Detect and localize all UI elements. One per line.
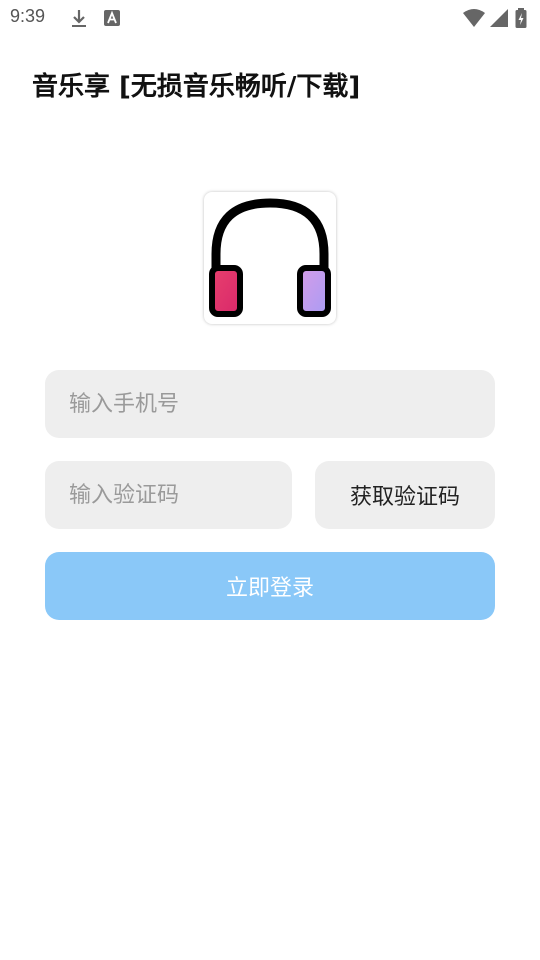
status-bar: 9:39 xyxy=(0,0,540,36)
verification-code-input[interactable] xyxy=(45,461,292,529)
phone-input[interactable] xyxy=(45,370,495,438)
download-icon xyxy=(72,10,86,27)
signal-icon xyxy=(490,9,508,27)
login-label: 立即登录 xyxy=(225,576,314,601)
phone-field[interactable] xyxy=(45,370,495,438)
page-title: 音乐享 [无损音乐畅听/下载] xyxy=(32,72,361,102)
status-time: 9:39 xyxy=(10,6,46,26)
login-screen: 9:39 音乐享 [无损音乐畅听/下载] 输入手机号 输入验证码 获取验证码 立… xyxy=(0,0,540,960)
verification-code-field[interactable] xyxy=(45,461,292,529)
app-logo xyxy=(204,192,336,324)
wifi-icon xyxy=(463,9,485,27)
battery-icon xyxy=(515,8,527,28)
get-code-label: 获取验证码 xyxy=(349,485,460,510)
headphones-icon xyxy=(209,198,331,317)
get-code-button[interactable]: 获取验证码 xyxy=(315,461,495,529)
text-a-icon xyxy=(104,10,120,26)
login-button[interactable]: 立即登录 xyxy=(45,552,495,620)
